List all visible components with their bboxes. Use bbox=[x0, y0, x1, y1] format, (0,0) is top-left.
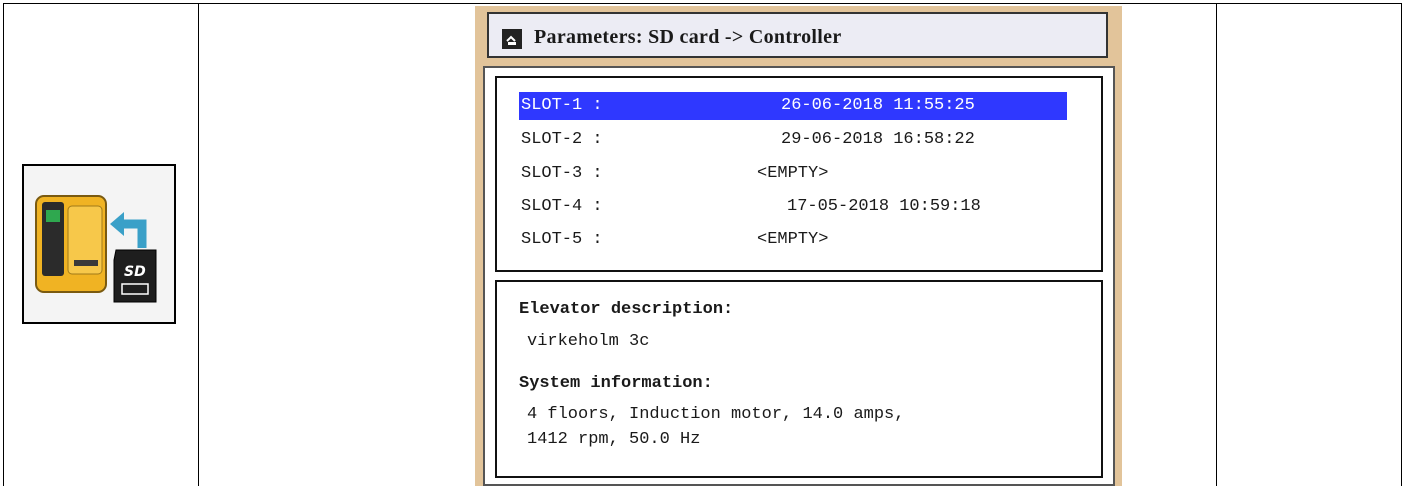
slot-item-1[interactable]: SLOT-1 : 26-06-2018 11:55:25 bbox=[519, 92, 1067, 120]
elevator-description-value: virkeholm 3c bbox=[527, 332, 650, 351]
slot-value: <EMPTY> bbox=[757, 164, 829, 183]
slot-label: SLOT-3 : bbox=[521, 164, 603, 183]
svg-text:SD: SD bbox=[124, 264, 146, 280]
slot-list: SLOT-1 : 26-06-2018 11:55:25 SLOT-2 : 29… bbox=[495, 76, 1103, 272]
title-bar: Parameters: SD card -> Controller bbox=[487, 12, 1108, 58]
content-frame: SLOT-1 : 26-06-2018 11:55:25 SLOT-2 : 29… bbox=[483, 66, 1115, 486]
slot-info-panel: Elevator description: virkeholm 3c Syste… bbox=[495, 280, 1103, 478]
slot-label: SLOT-2 : bbox=[521, 130, 603, 149]
slot-item-4[interactable]: SLOT-4 : 17-05-2018 10:59:18 bbox=[519, 193, 1067, 221]
slot-value: <EMPTY> bbox=[757, 230, 829, 249]
slot-label: SLOT-4 : bbox=[521, 197, 603, 216]
table-divider-right bbox=[1216, 4, 1217, 486]
slot-value: 26-06-2018 11:55:25 bbox=[781, 96, 975, 115]
system-information-line-2: 1412 rpm, 50.0 Hz bbox=[527, 430, 701, 449]
page-title: Parameters: SD card -> Controller bbox=[534, 26, 842, 48]
slot-value: 17-05-2018 10:59:18 bbox=[787, 197, 981, 216]
slot-item-3[interactable]: SLOT-3 : <EMPTY> bbox=[519, 160, 1067, 188]
elevator-description-heading: Elevator description: bbox=[519, 300, 734, 319]
table-divider-left bbox=[198, 4, 199, 486]
slot-item-2[interactable]: SLOT-2 : 29-06-2018 16:58:22 bbox=[519, 126, 1067, 154]
slot-label: SLOT-5 : bbox=[521, 230, 603, 249]
slot-value: 29-06-2018 16:58:22 bbox=[781, 130, 975, 149]
slot-label: SLOT-1 : bbox=[521, 96, 603, 115]
system-information-heading: System information: bbox=[519, 374, 713, 393]
slot-item-5[interactable]: SLOT-5 : <EMPTY> bbox=[519, 226, 1067, 254]
system-information-line-1: 4 floors, Induction motor, 14.0 amps, bbox=[527, 405, 905, 424]
controller-to-sd-card-icon: SD bbox=[24, 166, 174, 322]
sd-to-controller-icon bbox=[502, 29, 522, 49]
controller-screen: Parameters: SD card -> Controller SLOT-1… bbox=[475, 6, 1122, 486]
controller-sd-icon-box: SD bbox=[22, 164, 176, 324]
